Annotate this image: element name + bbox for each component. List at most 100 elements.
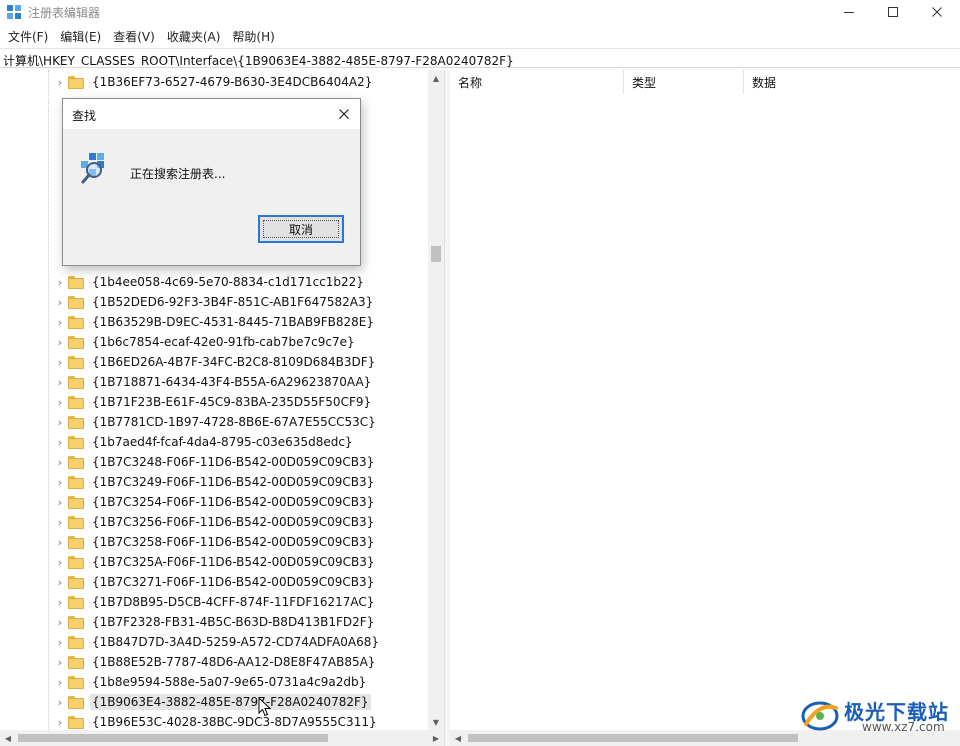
scroll-thumb[interactable] xyxy=(468,734,798,742)
chevron-right-icon[interactable]: › xyxy=(54,656,66,669)
chevron-right-icon[interactable]: › xyxy=(54,576,66,589)
minimize-icon xyxy=(844,12,854,13)
folder-icon xyxy=(68,75,84,89)
chevron-right-icon[interactable]: › xyxy=(54,436,66,449)
folder-icon xyxy=(68,615,84,629)
tree-item[interactable]: › {1B52DED6-92F3-3B4F-851C-AB1F647582A3} xyxy=(54,292,424,312)
chevron-right-icon[interactable]: › xyxy=(54,76,66,89)
tree-item[interactable]: › {1B7C3258-F06F-11D6-B542-00D059C09CB3} xyxy=(54,532,424,552)
tree-item[interactable]: › {1B847D7D-3A4D-5259-A572-CD74ADFA0A68} xyxy=(54,632,424,652)
chevron-right-icon[interactable]: › xyxy=(54,336,66,349)
scroll-thumb[interactable] xyxy=(18,734,328,742)
chevron-right-icon[interactable]: › xyxy=(54,376,66,389)
tree-item[interactable]: › {1b8e9594-588e-5a07-9e65-0731a4c9a2db} xyxy=(54,672,424,692)
tree-item[interactable]: › {1B63529B-D9EC-4531-8445-71BAB9FB828E} xyxy=(54,312,424,332)
folder-icon xyxy=(68,455,84,469)
menu-edit[interactable]: 编辑(E) xyxy=(54,26,107,46)
chevron-right-icon[interactable]: › xyxy=(54,636,66,649)
tree-item[interactable]: › {1B96E53C-4028-38BC-9DC3-8D7A9555C311} xyxy=(54,712,424,730)
chevron-right-icon[interactable]: › xyxy=(54,476,66,489)
folder-icon xyxy=(68,715,84,729)
tree-item-label: {1B71F23B-E61F-45C9-83BA-235D55F50CF9} xyxy=(92,395,372,409)
folder-icon xyxy=(68,355,84,369)
tree-item[interactable]: › {1B718871-6434-43F4-B55A-6A29623870AA} xyxy=(54,372,424,392)
chevron-right-icon[interactable]: › xyxy=(54,516,66,529)
folder-icon xyxy=(68,415,84,429)
tree-item[interactable]: › {1B7C3248-F06F-11D6-B542-00D059C09CB3} xyxy=(54,452,424,472)
chevron-right-icon[interactable]: › xyxy=(54,616,66,629)
cancel-button[interactable]: 取消 xyxy=(258,215,344,243)
maximize-button[interactable] xyxy=(870,0,916,24)
tree-item[interactable]: › {1B71F23B-E61F-45C9-83BA-235D55F50CF9} xyxy=(54,392,424,412)
tree-item[interactable]: › {1B7C325A-F06F-11D6-B542-00D059C09CB3} xyxy=(54,552,424,572)
mouse-cursor-icon xyxy=(258,697,272,717)
tree-item-label: {1B7C3271-F06F-11D6-B542-00D059C09CB3} xyxy=(92,575,375,589)
chevron-right-icon[interactable]: › xyxy=(54,716,66,729)
chevron-right-icon[interactable]: › xyxy=(54,456,66,469)
folder-icon xyxy=(68,555,84,569)
folder-icon xyxy=(68,695,84,709)
tree-item[interactable]: › {1b7aed4f-fcaf-4da4-8795-c03e635d8edc} xyxy=(54,432,424,452)
chevron-right-icon[interactable]: › xyxy=(54,316,66,329)
scroll-thumb[interactable] xyxy=(431,246,441,262)
tree-item-label: {1B36EF73-6527-4679-B630-3E4DCB6404A2} xyxy=(92,75,373,89)
dialog-close-button[interactable] xyxy=(335,105,353,123)
chevron-right-icon[interactable]: › xyxy=(54,496,66,509)
tree-item[interactable]: › {1b4ee058-4c69-5e70-8834-c1d171cc1b22} xyxy=(54,272,424,292)
tree-item[interactable]: › {1B7C3254-F06F-11D6-B542-00D059C09CB3} xyxy=(54,492,424,512)
tree-item[interactable]: › {1B7C3256-F06F-11D6-B542-00D059C09CB3} xyxy=(54,512,424,532)
folder-icon xyxy=(68,515,84,529)
tree-item[interactable]: › {1B9063E4-3882-485E-8797-F28A0240782F} xyxy=(54,692,424,712)
watermark: 极光下载站 www.xz7.com xyxy=(800,692,956,738)
folder-icon xyxy=(68,475,84,489)
column-header-type[interactable]: 类型 xyxy=(624,70,744,94)
tree-item-label: {1B7D8B95-D5CB-4CFF-874F-11FDF16217AC} xyxy=(92,595,375,609)
chevron-right-icon[interactable]: › xyxy=(54,596,66,609)
folder-icon xyxy=(68,395,84,409)
chevron-right-icon[interactable]: › xyxy=(54,276,66,289)
tree-item[interactable]: › {1B7F2328-FB31-4B5C-B63D-B8D413B1FD2F} xyxy=(54,612,424,632)
tree-item[interactable]: › {1B36EF73-6527-4679-B630-3E4DCB6404A2} xyxy=(54,72,424,92)
watermark-url: www.xz7.com xyxy=(862,720,945,734)
dialog-title-bar: 查找 xyxy=(63,99,360,129)
scroll-left-arrow-icon[interactable]: ◀ xyxy=(450,730,466,746)
tree-item[interactable]: › {1B7C3271-F06F-11D6-B542-00D059C09CB3} xyxy=(54,572,424,592)
tree-item-label: {1b7aed4f-fcaf-4da4-8795-c03e635d8edc} xyxy=(92,435,353,449)
close-button[interactable] xyxy=(914,0,960,24)
folder-icon xyxy=(68,295,84,309)
chevron-right-icon[interactable]: › xyxy=(54,416,66,429)
chevron-right-icon[interactable]: › xyxy=(54,696,66,709)
tree-item[interactable]: › {1B7781CD-1B97-4728-8B6E-67A7E55CC53C} xyxy=(54,412,424,432)
address-bar[interactable]: 计算机\HKEY_CLASSES_ROOT\Interface\{1B9063E… xyxy=(0,48,960,68)
menu-help[interactable]: 帮助(H) xyxy=(226,26,280,46)
chevron-right-icon[interactable]: › xyxy=(54,296,66,309)
tree-item[interactable]: › {1B7D8B95-D5CB-4CFF-874F-11FDF16217AC} xyxy=(54,592,424,612)
column-header-name[interactable]: 名称 xyxy=(450,70,624,94)
chevron-right-icon[interactable]: › xyxy=(54,356,66,369)
tree-item[interactable]: › {1B88E52B-7787-48D6-AA12-D8E8F47AB85A} xyxy=(54,652,424,672)
watermark-logo-icon xyxy=(801,701,839,731)
menu-file[interactable]: 文件(F) xyxy=(2,26,54,46)
tree-item[interactable]: › {1B7C3249-F06F-11D6-B542-00D059C09CB3} xyxy=(54,472,424,492)
find-dialog: 查找 正在搜索注册表... 取消 xyxy=(62,98,361,266)
menu-favorites[interactable]: 收藏夹(A) xyxy=(161,26,227,46)
folder-icon xyxy=(68,275,84,289)
tree-vertical-scrollbar[interactable]: ▲ ▼ xyxy=(428,70,444,730)
values-pane[interactable]: 名称 类型 数据 xyxy=(450,70,960,730)
scroll-up-arrow-icon[interactable]: ▲ xyxy=(428,70,444,86)
menu-view[interactable]: 查看(V) xyxy=(107,26,161,46)
tree-horizontal-scrollbar[interactable]: ◀ ▶ xyxy=(0,730,444,746)
chevron-right-icon[interactable]: › xyxy=(54,676,66,689)
column-header-data[interactable]: 数据 xyxy=(744,70,960,94)
chevron-right-icon[interactable]: › xyxy=(54,556,66,569)
chevron-right-icon[interactable]: › xyxy=(54,536,66,549)
tree-item[interactable]: › {1b6c7854-ecaf-42e0-91fb-cab7be7c9c7e} xyxy=(54,332,424,352)
scroll-left-arrow-icon[interactable]: ◀ xyxy=(0,730,16,746)
registry-editor-icon xyxy=(7,5,21,19)
tree-item[interactable]: › {1B6ED26A-4B7F-34FC-B2C8-8109D684B3DF} xyxy=(54,352,424,372)
chevron-right-icon[interactable]: › xyxy=(54,396,66,409)
scroll-right-arrow-icon[interactable]: ▶ xyxy=(428,730,444,746)
minimize-button[interactable] xyxy=(826,0,872,24)
tree-item-label: {1B7C3258-F06F-11D6-B542-00D059C09CB3} xyxy=(92,535,375,549)
scroll-down-arrow-icon[interactable]: ▼ xyxy=(428,714,444,730)
